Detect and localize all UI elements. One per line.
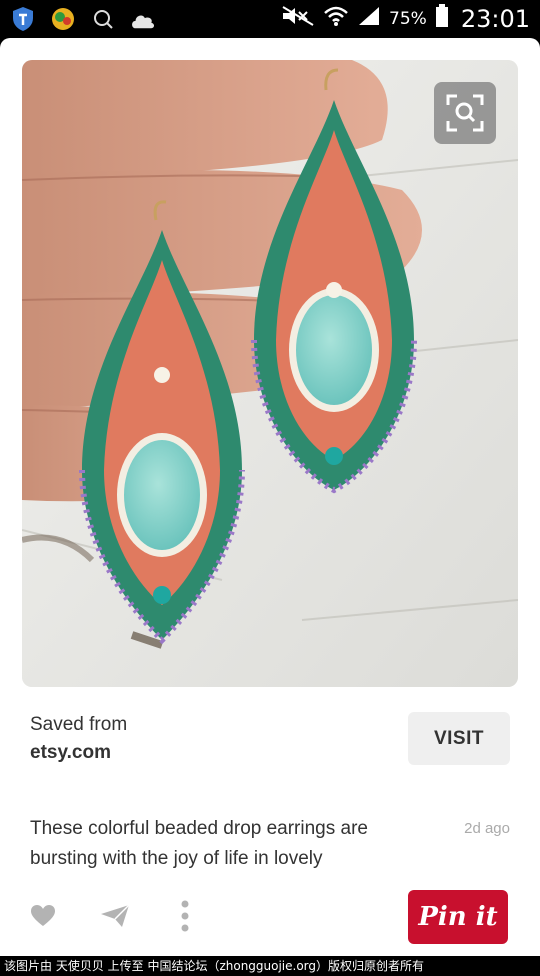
wifi-icon: [323, 5, 349, 32]
shield-icon: [10, 6, 36, 32]
battery-icon: [435, 4, 449, 33]
visit-button[interactable]: VISIT: [408, 712, 510, 765]
pin-it-button[interactable]: Pin it: [408, 890, 508, 944]
visual-search-button[interactable]: [434, 82, 496, 144]
signal-icon: [357, 5, 381, 32]
cloud-app-icon: [130, 6, 156, 32]
pin-card: Saved from etsy.com VISIT These colorful…: [0, 38, 540, 956]
source-domain-link[interactable]: etsy.com: [30, 742, 111, 764]
battery-percent: 75%: [389, 8, 427, 29]
mute-icon: [281, 5, 315, 32]
clock-time: 23:01: [460, 4, 530, 33]
visual-search-icon: [446, 94, 484, 132]
status-bar: 75% 23:01: [0, 0, 540, 38]
search-icon: [90, 6, 116, 32]
weather-icon: [50, 6, 76, 32]
more-vertical-icon[interactable]: [180, 900, 190, 932]
pin-age: 2d ago: [464, 820, 510, 837]
pin-actions-bar: Pin it: [0, 890, 540, 950]
pin-image[interactable]: [22, 60, 518, 687]
send-icon[interactable]: [100, 904, 130, 928]
watermark-text: 该图片由 天使贝贝 上传至 中国结论坛（zhongguojie.org）版权归原…: [0, 956, 540, 976]
status-left-icons: [10, 6, 156, 32]
pin-description: These colorful beaded drop earrings are …: [30, 818, 368, 869]
heart-icon[interactable]: [30, 904, 56, 928]
status-right-icons: 75% 23:01: [281, 4, 530, 33]
earrings-photo: [22, 60, 518, 687]
saved-from-label: Saved from: [30, 714, 128, 735]
